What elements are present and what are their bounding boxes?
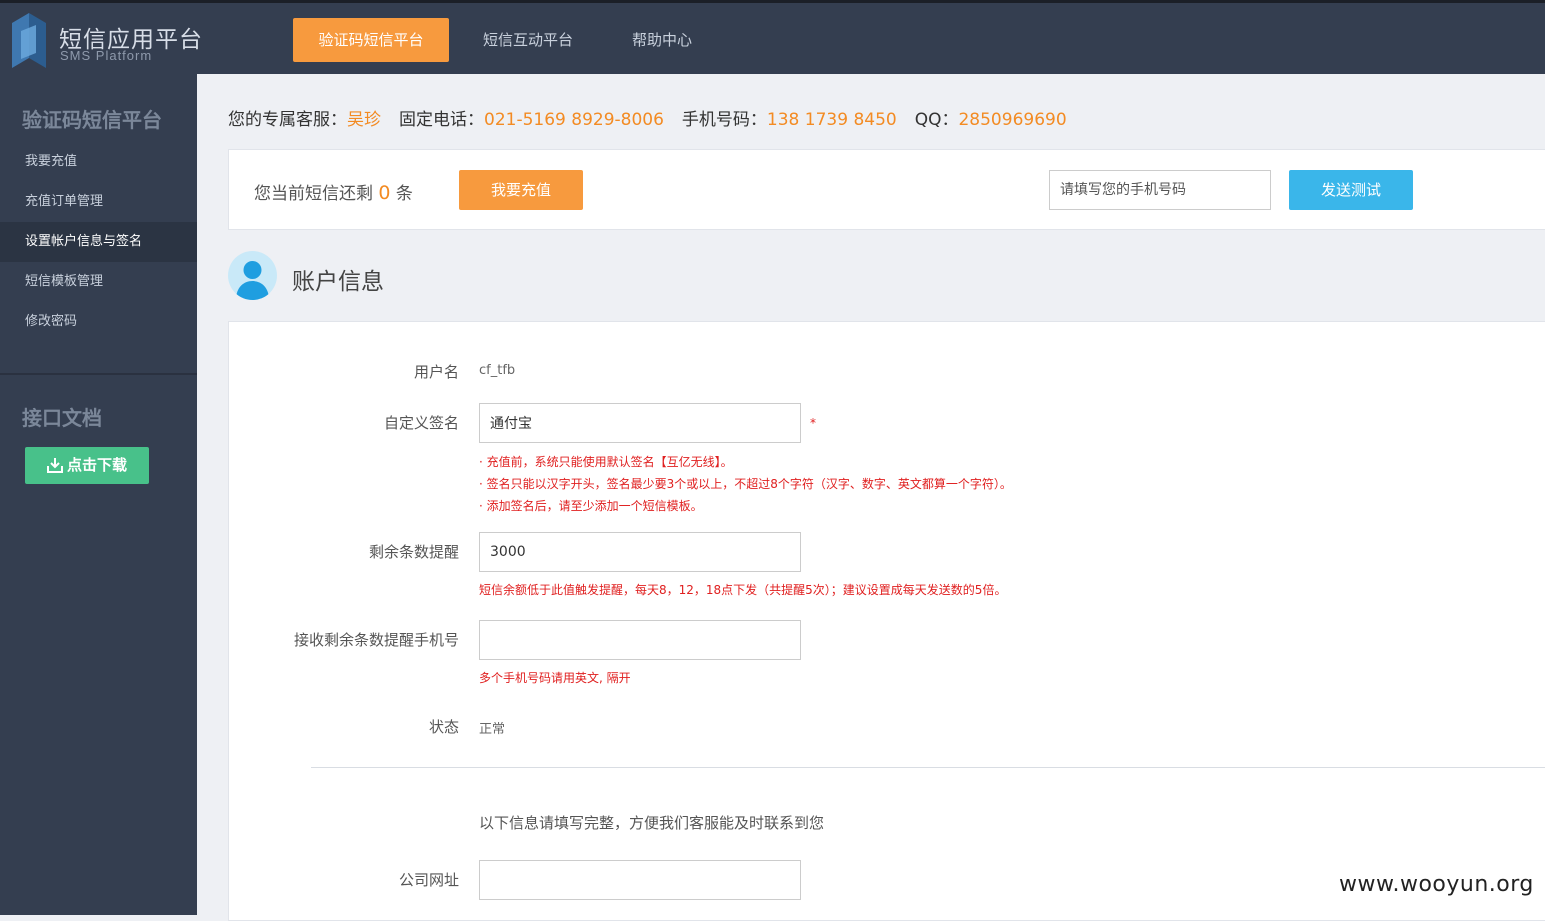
signature-hints: · 充值前，系统只能使用默认签名【互亿无线】。 · 签名只能以汉字开头，签名最少… [479,451,1012,517]
contact-bar: 您的专属客服：吴珍 固定电话：021-5169 8929-8006 手机号码：138… [228,105,1067,130]
signature-label: 自定义签名 [383,414,459,432]
logo-icon [12,13,46,68]
download-icon [46,458,63,473]
sidebar-section-title: 验证码短信平台 [22,108,162,132]
service-label: 您的专属客服： [228,110,347,130]
watermark: www.wooyun.org [1339,872,1534,897]
section-title: 账户信息 [292,269,384,295]
sidebar-api-docs-title: 接口文档 [22,406,102,430]
signature-hint-1: · 充值前，系统只能使用默认签名【互亿无线】。 [479,455,733,469]
balance-count: 0 [378,182,391,204]
sidebar: 验证码短信平台 我要充值 充值订单管理 设置帐户信息与签名 短信模板管理 修改密… [0,74,197,915]
username-value: cf_tfb [479,363,516,378]
test-phone-input[interactable] [1049,170,1271,210]
send-test-button[interactable]: 发送测试 [1289,170,1413,210]
balance-text: 您当前短信还剩 0 条 [254,179,413,204]
sidebar-item-password[interactable]: 修改密码 [0,302,197,342]
remain-label: 剩余条数提醒 [368,543,459,561]
sidebar-item-templates[interactable]: 短信模板管理 [0,262,197,302]
download-label: 点击下载 [66,456,127,474]
account-form: 用户名 cf_tfb 自定义签名 * · 充值前，系统只能使用默认签名【互亿无线… [228,321,1545,921]
app-subtitle: SMS Platform [60,48,153,63]
remain-threshold-input[interactable] [479,532,801,572]
form-divider [311,767,1545,768]
tab-verification-sms[interactable]: 验证码短信平台 [293,18,449,62]
remind-phone-label: 接收剩余条数提醒手机号 [293,631,459,649]
website-label: 公司网址 [398,871,459,889]
qq-label: QQ： [914,110,959,130]
balance-card: 您当前短信还剩 0 条 我要充值 发送测试 [228,149,1545,230]
signature-input[interactable] [479,403,801,443]
service-value: 吴珍 [347,110,381,130]
mobile-label: 手机号码： [681,110,767,130]
balance-suffix: 条 [395,184,413,204]
header-bar: 短信应用平台 SMS Platform 验证码短信平台 短信互动平台 帮助中心 [0,3,1545,74]
website-input[interactable] [479,860,801,900]
balance-prefix: 您当前短信还剩 [254,184,373,204]
sidebar-item-account-settings[interactable]: 设置帐户信息与签名 [0,222,197,262]
required-mark: * [810,416,816,430]
remain-hint: 短信余额低于此值触发提醒，每天8，12，18点下发（共提醒5次）；建议设置成每天… [479,583,1007,597]
remind-phone-input[interactable] [479,620,801,660]
tab-interactive-sms[interactable]: 短信互动平台 [468,18,588,62]
status-label: 状态 [428,718,459,736]
signature-hint-3: · 添加签名后，请至少添加一个短信模板。 [479,499,703,513]
sidebar-item-orders[interactable]: 充值订单管理 [0,182,197,222]
signature-hint-2: · 签名只能以汉字开头，签名最少要3个或以上，不超过8个字符（汉字、数字、英文都… [479,477,1012,491]
account-avatar-icon [228,251,277,300]
sidebar-item-recharge[interactable]: 我要充值 [0,142,197,182]
sidebar-divider [0,373,197,375]
qq-value: 2850969690 [958,110,1067,130]
status-value: 正常 [479,722,506,737]
info-note: 以下信息请填写完整，方便我们客服能及时联系到您 [479,814,825,832]
phone-label: 固定电话： [399,110,484,130]
username-label: 用户名 [413,363,459,381]
mobile-value: 138 1739 8450 [766,110,897,130]
phone-value: 021-5169 8929-8006 [484,110,664,130]
tab-help-center[interactable]: 帮助中心 [612,18,712,62]
remind-phone-hint: 多个手机号码请用英文, 隔开 [479,671,631,685]
download-button[interactable]: 点击下载 [25,447,149,484]
recharge-button[interactable]: 我要充值 [459,170,583,210]
